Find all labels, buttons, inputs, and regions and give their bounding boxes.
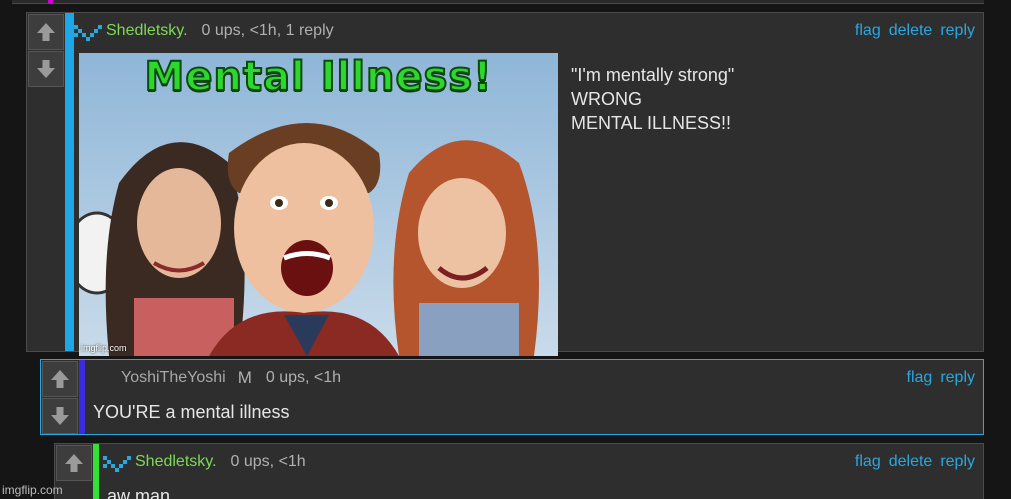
comment-text: "I'm mentally strong" WRONG MENTAL ILLNE…: [571, 63, 734, 135]
comment-meta: 0 ups, <1h: [265, 369, 342, 386]
upvote-button[interactable]: [28, 14, 64, 50]
comment-line: MENTAL ILLNESS!!: [571, 113, 732, 133]
username-link[interactable]: YoshiTheYoshi: [121, 369, 226, 387]
comment-meta: 0 ups, <1h, 1 reply: [201, 22, 334, 39]
comment-actions: flag delete reply: [855, 22, 975, 40]
comment-header: YoshiTheYoshi M 0 ups, <1h: [121, 366, 341, 390]
page-watermark: imgflip.com: [2, 483, 63, 497]
previous-comment-edge: [12, 0, 984, 4]
comment-reply: Shedletsky. 0 ups, <1h flag delete reply…: [54, 443, 984, 499]
arrow-up-icon: [65, 454, 83, 472]
username-link[interactable]: Shedletsky.: [135, 453, 217, 471]
pixel-user-icon: [74, 25, 102, 41]
arrow-up-icon: [51, 370, 69, 388]
comment-depth-bar: [65, 13, 74, 351]
downvote-button[interactable]: [28, 51, 64, 87]
vote-controls: [27, 13, 65, 351]
arrow-down-icon: [37, 60, 55, 78]
comment-text: aw man: [107, 486, 171, 499]
comment-header: Shedletsky. 0 ups, <1h: [103, 450, 306, 474]
comment-depth-bar: [93, 444, 99, 499]
reply-link[interactable]: reply: [940, 453, 975, 471]
arrow-down-icon: [51, 407, 69, 425]
delete-link[interactable]: delete: [889, 22, 933, 40]
upvote-button[interactable]: [42, 361, 78, 397]
arrow-up-icon: [37, 23, 55, 41]
delete-link[interactable]: delete: [889, 453, 933, 471]
username-link[interactable]: Shedletsky.: [106, 22, 188, 40]
mod-badge: M: [237, 368, 252, 387]
comment-meta: 0 ups, <1h: [230, 453, 306, 470]
comment-depth-bar: [79, 360, 85, 434]
comment-actions: flag delete reply: [855, 453, 975, 471]
reply-link[interactable]: reply: [940, 22, 975, 40]
comment-line: "I'm mentally strong": [571, 65, 735, 85]
comment: Shedletsky. 0 ups, <1h, 1 reply flag del…: [26, 12, 984, 356]
meme-caption: Mental Illness!: [144, 53, 493, 101]
pixel-user-icon: [103, 456, 131, 472]
comment-line: WRONG: [571, 89, 642, 109]
flag-link[interactable]: flag: [855, 22, 881, 40]
image-watermark: imgflip.com: [81, 343, 127, 353]
downvote-button[interactable]: [42, 398, 78, 434]
vote-controls: [41, 360, 79, 434]
meme-image[interactable]: Mental Illness! imgflip.com: [79, 53, 558, 356]
flag-link[interactable]: flag: [855, 453, 881, 471]
comment-actions: flag reply: [907, 369, 975, 387]
comment-text: YOU'RE a mental illness: [93, 402, 290, 422]
thread-accent-bar: [48, 0, 53, 4]
comment-reply: YoshiTheYoshi M 0 ups, <1h flag reply YO…: [40, 359, 984, 435]
flag-link[interactable]: flag: [907, 369, 933, 387]
comment-header: Shedletsky. 0 ups, <1h, 1 reply: [74, 19, 334, 43]
reply-link[interactable]: reply: [940, 369, 975, 387]
upvote-button[interactable]: [56, 445, 92, 481]
